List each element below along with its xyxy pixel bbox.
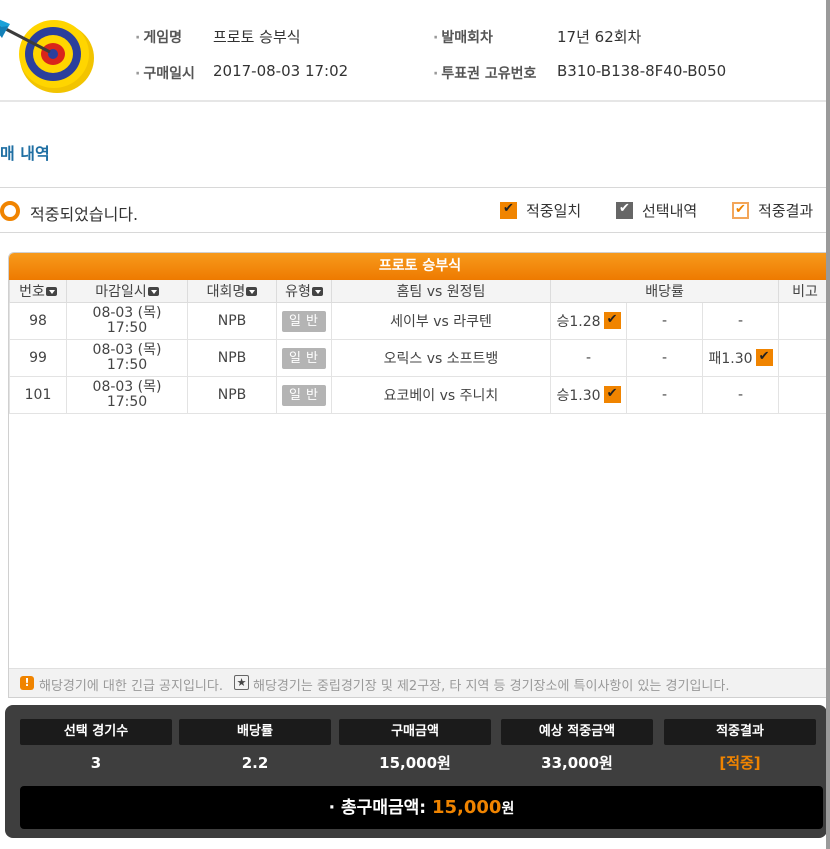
sort-icon[interactable]: [246, 287, 258, 296]
odd-win: 승1.28 ✔: [550, 302, 627, 340]
type-badge: 일반: [282, 347, 326, 369]
col-odds: 배당률: [549, 280, 780, 303]
urgent-notice-text: 해당경기에 대한 긴급 공지입니다.: [39, 679, 223, 694]
table-row: 98 08-03 (목) 17:50 NPB 일반 세이부 vs 라쿠텐 승1.2…: [9, 302, 830, 340]
row-type: 일반: [276, 302, 332, 340]
notice-bar: ! 해당경기에 대한 긴급 공지입니다. ★ 해당경기는 중립경기장 및 제2구…: [9, 668, 830, 697]
summary-result: 적중결과 [적중]: [664, 719, 816, 781]
row-teams: 오릭스 vs 소프트뱅: [331, 339, 551, 377]
row-number: 98: [9, 302, 67, 340]
odd-win: -: [550, 339, 627, 377]
row-type: 일반: [276, 339, 332, 377]
ticket-header: · 게임명 프로토 승부식 · 구매일시 2017-08-03 17:02 · 발매회…: [0, 0, 826, 102]
row-teams: 요코베이 vs 주니치: [331, 376, 551, 414]
purchase-date-value: 2017-08-03 17:02: [213, 62, 349, 80]
row-remarks: [778, 339, 830, 377]
game-name-value: 프로토 승부식: [213, 28, 301, 46]
check-icon: ✔: [603, 312, 621, 329]
total-label: 총구매금액:: [341, 798, 427, 818]
games-table: 번호 마감일시 대회명 유형 홈팀 vs 원정팀 배당률 비고 98 08-03…: [9, 280, 830, 414]
col-league[interactable]: 대회명: [187, 280, 277, 303]
games-panel: 프로토 승부식 번호 마감일시 대회명 유형 홈팀 vs 원정팀 배당률 비고 …: [8, 252, 830, 698]
odd-lose: 패1.30 ✔: [701, 339, 780, 377]
odd-draw: -: [626, 376, 703, 414]
legend-result: ✔ 적중결과: [732, 200, 813, 221]
star-icon: ★: [234, 675, 249, 690]
type-badge: 일반: [282, 310, 326, 332]
row-number: 101: [9, 376, 67, 414]
total-amount: 15,000: [431, 797, 502, 818]
panel-title: 프로토 승부식: [9, 253, 830, 280]
col-number[interactable]: 번호: [9, 280, 67, 303]
row-remarks: [778, 376, 830, 414]
ticket-id-label: · 투표권 고유번호: [433, 66, 537, 82]
section-title: 매 내역: [0, 144, 50, 163]
status-text: 적중되었습니다.: [30, 205, 139, 224]
col-teams: 홈팀 vs 원정팀: [331, 280, 551, 303]
legend-selected: ✔ 선택내역: [616, 200, 697, 221]
col-type[interactable]: 유형: [276, 280, 332, 303]
row-deadline: 08-03 (목) 17:50: [66, 339, 188, 377]
odd-draw: -: [626, 302, 703, 340]
special-notice-text: 해당경기는 중립경기장 및 제2구장, 타 지역 등 경기장소에 특이사항이 있…: [253, 679, 730, 694]
row-type: 일반: [276, 376, 332, 414]
odd-win: 승1.30 ✔: [550, 376, 627, 414]
summary-expected-amount: 예상 적중금액 33,000원: [501, 719, 653, 781]
ticket-id-value: B310-B138-8F40-B050: [557, 62, 727, 80]
check-icon: ✔: [603, 386, 621, 403]
type-badge: 일반: [282, 384, 326, 406]
sort-icon[interactable]: [45, 287, 57, 296]
sort-icon[interactable]: [311, 287, 323, 296]
odd-lose: -: [701, 302, 780, 340]
col-remarks: 비고: [778, 280, 830, 303]
summary-panel: 선택 경기수 3 배당률 2.2 구매금액 15,000원 예상 적중금액 33…: [5, 705, 827, 838]
summary-purchase-amount: 구매금액 15,000원: [339, 719, 491, 781]
legend-match: ✔ 적중일치: [500, 200, 581, 221]
row-teams: 세이부 vs 라쿠텐: [331, 302, 551, 340]
row-league: NPB: [187, 302, 277, 340]
odd-draw: -: [626, 339, 703, 377]
row-deadline: 08-03 (목) 17:50: [66, 376, 188, 414]
round-label: · 발매회차: [433, 30, 493, 46]
row-league: NPB: [187, 339, 277, 377]
check-outline-icon: ✔: [732, 202, 749, 219]
purchase-date-label: · 구매일시: [135, 66, 195, 82]
col-deadline[interactable]: 마감일시: [66, 280, 188, 303]
status-bar: 적중되었습니다. ✔ 적중일치 ✔ 선택내역 ✔ 적중결과: [0, 187, 826, 233]
check-orange-icon: ✔: [500, 201, 517, 219]
table-row: 101 08-03 (목) 17:50 NPB 일반 요코베이 vs 주니치 승1…: [9, 376, 830, 414]
odd-lose: -: [701, 376, 780, 414]
alert-icon: !: [20, 676, 34, 690]
round-value: 17년 62회차: [557, 28, 642, 46]
check-gray-icon: ✔: [616, 201, 633, 219]
row-number: 99: [9, 339, 67, 377]
check-icon: ✔: [755, 349, 773, 366]
total-purchase-bar: · 총구매금액: 15,000원: [20, 786, 823, 829]
sort-icon[interactable]: [147, 287, 159, 296]
summary-games: 선택 경기수 3: [20, 719, 172, 781]
target-logo-icon: [0, 12, 100, 96]
game-name-label: · 게임명: [135, 30, 182, 46]
scrollbar[interactable]: [826, 0, 830, 849]
row-league: NPB: [187, 376, 277, 414]
summary-odds: 배당률 2.2: [179, 719, 331, 781]
row-deadline: 08-03 (목) 17:50: [66, 302, 188, 340]
row-remarks: [778, 302, 830, 340]
status-circle-icon: [0, 201, 20, 221]
table-row: 99 08-03 (목) 17:50 NPB 일반 오릭스 vs 소프트뱅 - -…: [9, 339, 830, 377]
total-unit: 원: [501, 801, 515, 817]
